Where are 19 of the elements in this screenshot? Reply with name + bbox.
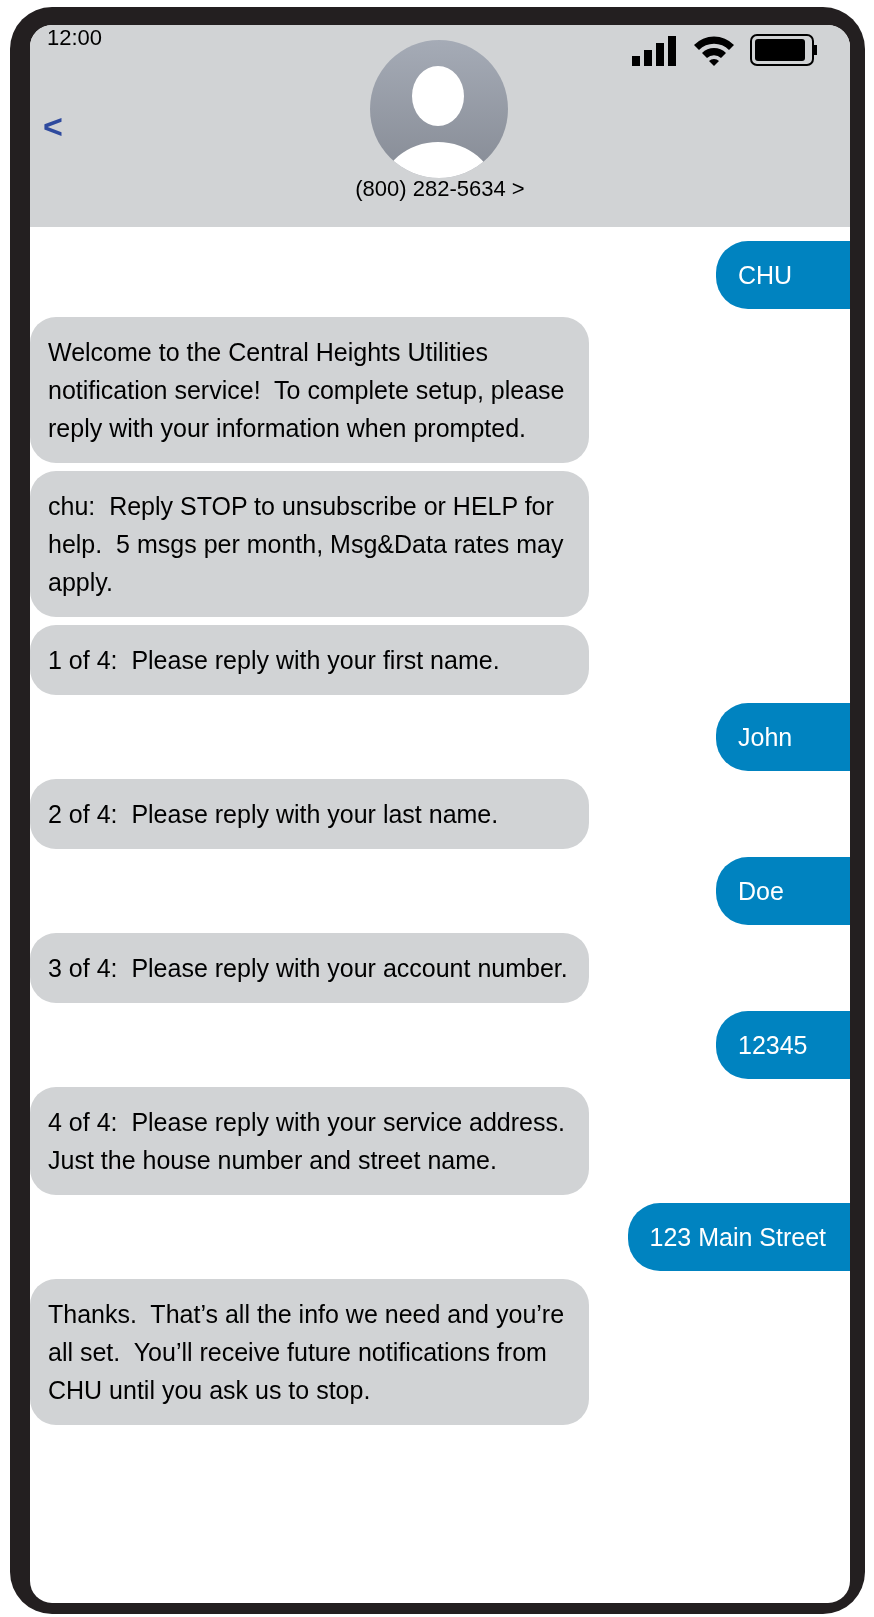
received-message-bubble: 1 of 4: Please reply with your first name. bbox=[30, 625, 589, 695]
received-message-bubble: Welcome to the Central Heights Utilities notification service! To complete setup, please reply with your information when prompted. bbox=[30, 317, 589, 463]
received-message-bubble: 2 of 4: Please reply with your last name. bbox=[30, 779, 589, 849]
sent-message-bubble: John bbox=[716, 703, 850, 771]
sent-message-bubble: Doe bbox=[716, 857, 850, 925]
received-message-bubble: Thanks. That’s all the info we need and you’re all set. You’ll receive future notifications from CHU until you ask us to stop. bbox=[30, 1279, 589, 1425]
contact-number-link[interactable]: (800) 282-5634 > bbox=[355, 178, 525, 200]
avatar-icon[interactable] bbox=[370, 40, 508, 178]
sent-message-bubble: 12345 bbox=[716, 1011, 850, 1079]
received-message-bubble: chu: Reply STOP to unsubscribe or HELP for help. 5 msgs per month, Msg&Data rates may apply. bbox=[30, 471, 589, 617]
battery-icon bbox=[750, 34, 818, 66]
status-time: 12:00 bbox=[47, 27, 103, 49]
wifi-icon bbox=[692, 34, 736, 66]
signal-icon bbox=[632, 36, 678, 66]
sent-message-bubble: 123 Main Street bbox=[627, 1203, 850, 1271]
received-message-bubble: 4 of 4: Please reply with your service address. Just the house number and street name. bbox=[30, 1087, 589, 1195]
received-message-bubble: 3 of 4: Please reply with your account number. bbox=[30, 933, 589, 1003]
sent-message-bubble: CHU bbox=[716, 241, 850, 309]
back-button[interactable]: < bbox=[43, 109, 63, 143]
